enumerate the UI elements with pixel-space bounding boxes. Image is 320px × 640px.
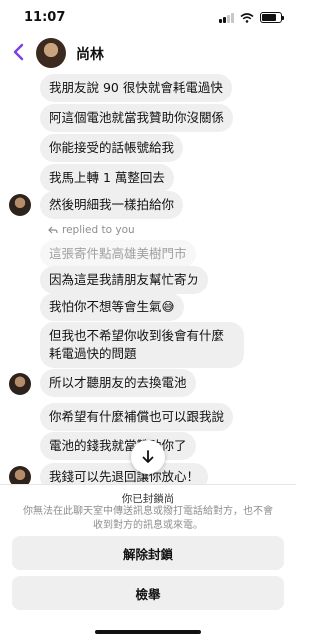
- status-time: 11:07: [24, 10, 66, 25]
- reply-label: replied to you: [62, 224, 135, 236]
- reply-indicator: replied to you: [48, 224, 135, 236]
- blocked-title: 你已封鎖尚: [121, 493, 175, 505]
- arrow-down-icon: [142, 450, 154, 463]
- message-bubble[interactable]: 我怕你不想等會生氣😅: [40, 293, 184, 321]
- message-bubble[interactable]: 因為這是我請朋友幫忙寄ㄉ: [40, 266, 209, 294]
- scroll-to-bottom-button[interactable]: [131, 440, 165, 474]
- message-bubble[interactable]: 我朋友說 90 很快就會耗電過快: [40, 74, 232, 102]
- message-bubble[interactable]: 阿這個電池就當我贊助你沒關係: [40, 104, 234, 132]
- report-button[interactable]: 檢舉: [12, 576, 284, 610]
- contact-name[interactable]: 尚林: [76, 44, 104, 64]
- battery-icon: [260, 12, 284, 23]
- status-icons: [219, 12, 284, 23]
- signal-icon: [219, 12, 234, 23]
- sender-avatar[interactable]: [9, 194, 31, 216]
- quoted-message[interactable]: 這張寄件點高雄美樹門市: [40, 240, 196, 268]
- message-bubble[interactable]: 電池的錢我就當贊助你了: [40, 432, 196, 460]
- unblock-button[interactable]: 解除封鎖: [12, 536, 284, 570]
- chevron-left-icon[interactable]: [10, 40, 28, 64]
- blocked-panel: 你已封鎖尚 你無法在此聊天室中傳送訊息或撥打電話給對方，也不會收到對方的訊息或來…: [0, 484, 296, 640]
- message-bubble[interactable]: 我馬上轉 1 萬整回去: [40, 164, 174, 192]
- message-bubble[interactable]: 然後明細我一樣拍給你: [40, 191, 184, 219]
- message-bubble[interactable]: 你能接受的話帳號給我: [40, 134, 184, 162]
- wifi-icon: [240, 12, 254, 23]
- sender-avatar[interactable]: [9, 373, 31, 395]
- message-bubble[interactable]: 你希望有什麼補償也可以跟我說: [40, 403, 234, 431]
- blocked-description: 你無法在此聊天室中傳送訊息或撥打電話給對方，也不會收到對方的訊息或來電。: [23, 506, 273, 531]
- reply-arrow-icon: [48, 226, 58, 234]
- message-bubble[interactable]: 但我也不希望你收到後會有什麼耗電過快的問題: [40, 322, 244, 368]
- home-indicator[interactable]: [95, 630, 201, 634]
- chat-header: 尚林: [0, 34, 296, 72]
- status-bar: 11:07: [0, 0, 296, 34]
- message-list[interactable]: 我朋友說 90 很快就會耗電過快 阿這個電池就當我贊助你沒關係 你能接受的話帳號…: [0, 72, 296, 490]
- message-bubble[interactable]: 所以才聽朋友的去換電池: [40, 369, 196, 397]
- contact-avatar[interactable]: [36, 38, 66, 68]
